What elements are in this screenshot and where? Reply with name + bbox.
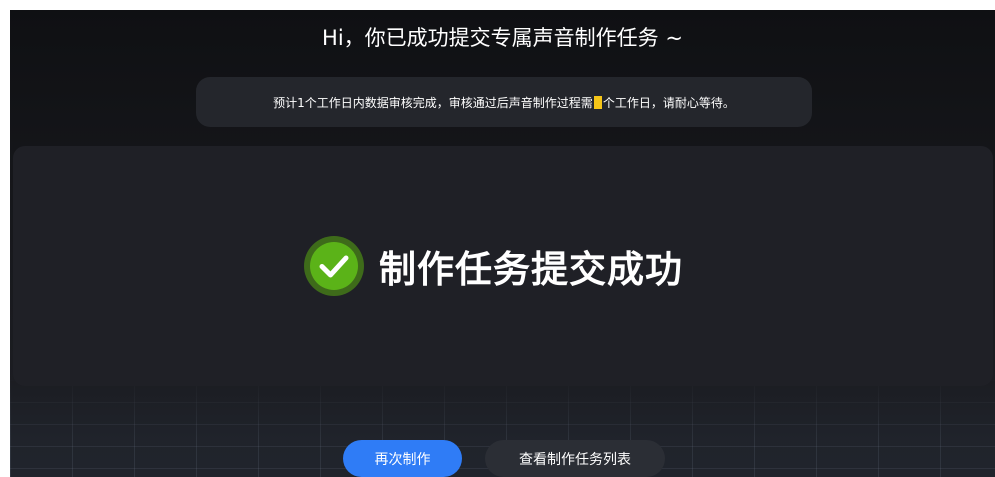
notice-text: 预计1个工作日内数据审核完成，审核通过后声音制作过程需 个工作日，请耐心等待。	[273, 94, 735, 111]
page-frame: Hi，你已成功提交专属声音制作任务 ~ 预计1个工作日内数据审核完成，审核通过后…	[10, 10, 995, 477]
create-again-button[interactable]: 再次制作	[343, 440, 462, 477]
page-title: Hi，你已成功提交专属声音制作任务 ~	[322, 26, 683, 50]
check-circle-icon	[304, 236, 364, 296]
result-title: 制作任务提交成功	[379, 248, 683, 291]
view-task-list-button[interactable]: 查看制作任务列表	[485, 440, 665, 477]
notice-banner: 预计1个工作日内数据审核完成，审核通过后声音制作过程需 个工作日，请耐心等待。	[196, 77, 812, 127]
result-content: 制作任务提交成功	[13, 146, 993, 386]
notice-text-before: 预计1个工作日内数据审核完成，审核通过后声音制作过程需	[273, 95, 593, 110]
notice-text-after: 个工作日，请耐心等待。	[602, 95, 735, 110]
notice-highlight-marker	[593, 95, 602, 109]
result-card: 制作任务提交成功	[13, 146, 993, 386]
